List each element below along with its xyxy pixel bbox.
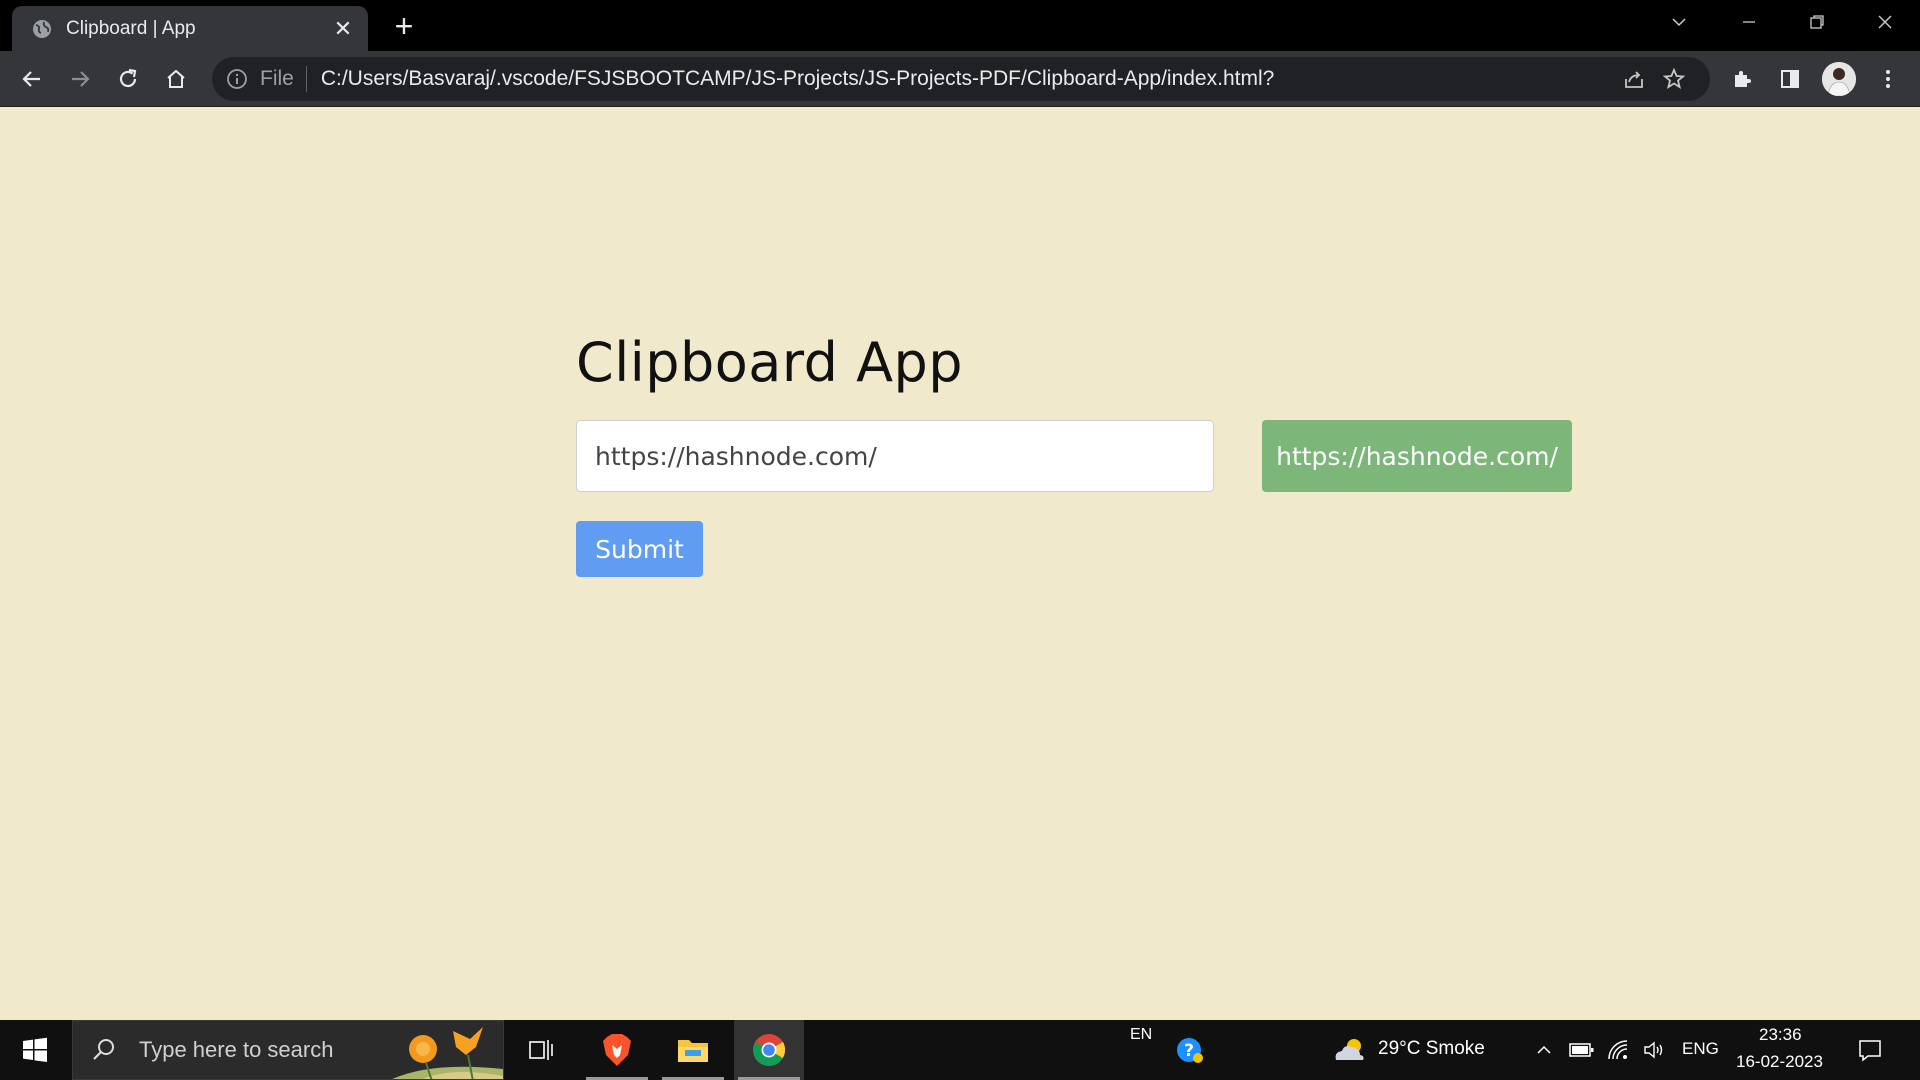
back-icon[interactable] [14, 61, 50, 97]
tab-title: Clipboard | App [66, 17, 196, 39]
chrome-icon[interactable] [734, 1020, 804, 1080]
search-placeholder: Type here to search [139, 1037, 334, 1062]
forward-icon[interactable] [62, 61, 98, 97]
menu-kebab-icon[interactable] [1870, 61, 1906, 97]
search-icon [93, 1039, 114, 1060]
chevron-up-icon[interactable] [1530, 1036, 1558, 1064]
url-input[interactable] [576, 420, 1214, 492]
file-explorer-icon[interactable] [658, 1020, 728, 1080]
globe-icon [33, 19, 51, 38]
clock-date[interactable]: 16-02-2023 [1736, 1052, 1823, 1072]
restore-icon[interactable] [1784, 0, 1850, 44]
home-icon[interactable] [158, 61, 194, 97]
weather-text[interactable]: 29°C Smoke [1378, 1038, 1485, 1060]
battery-icon[interactable] [1568, 1036, 1596, 1064]
address-bar[interactable]: File C:/Users/Basvaraj/.vscode/FSJSBOOTC… [212, 57, 1710, 101]
side-panel-icon[interactable] [1772, 61, 1808, 97]
extensions-icon[interactable] [1724, 61, 1760, 97]
submit-button[interactable]: Submit [576, 521, 703, 577]
reload-icon[interactable] [110, 61, 146, 97]
browser-toolbar: File C:/Users/Basvaraj/.vscode/FSJSBOOTC… [0, 51, 1920, 107]
tab-close-icon[interactable]: ✕ [328, 16, 358, 42]
clock-time[interactable]: 23:36 [1759, 1025, 1802, 1045]
language-indicator[interactable]: ENG [1682, 1039, 1719, 1059]
scheme-label: File [260, 67, 294, 90]
minimize-icon[interactable] [1716, 0, 1782, 44]
page-content: Clipboard App https://hashnode.com/ Subm… [0, 107, 1920, 1020]
notifications-icon[interactable] [1856, 1036, 1884, 1064]
windows-taskbar: Type here to search EN ? 29°C Smoke ENG … [0, 1020, 1920, 1080]
flowers-illustration-icon [392, 1027, 503, 1079]
new-tab-button[interactable]: + [388, 10, 420, 43]
wifi-icon[interactable] [1604, 1036, 1632, 1064]
weather-cloud-icon[interactable] [1332, 1036, 1368, 1064]
bookmark-star-icon[interactable] [1656, 61, 1692, 97]
windows-start-icon[interactable] [0, 1020, 70, 1080]
url-text[interactable]: C:/Users/Basvaraj/.vscode/FSJSBOOTCAMP/J… [321, 67, 1274, 91]
tab-strip: Clipboard | App ✕ + [0, 0, 1920, 51]
page-title: Clipboard App [576, 331, 964, 394]
help-icon[interactable]: ? [1176, 1036, 1204, 1064]
svg-text:?: ? [1184, 1041, 1194, 1061]
brave-browser-icon[interactable] [582, 1020, 652, 1080]
tab-search-chevron-icon[interactable] [1646, 0, 1712, 44]
volume-icon[interactable] [1640, 1036, 1668, 1064]
input-indicator[interactable]: EN [1130, 1026, 1152, 1044]
info-icon[interactable] [226, 68, 248, 90]
task-view-icon[interactable] [506, 1020, 576, 1080]
omnibox-separator [305, 66, 307, 92]
browser-tab[interactable]: Clipboard | App ✕ [12, 6, 368, 51]
profile-avatar[interactable] [1822, 62, 1856, 96]
share-icon[interactable] [1616, 61, 1652, 97]
copy-to-clipboard-box[interactable]: https://hashnode.com/ [1262, 420, 1572, 492]
close-window-icon[interactable] [1852, 0, 1918, 44]
taskbar-search[interactable]: Type here to search [72, 1020, 504, 1080]
